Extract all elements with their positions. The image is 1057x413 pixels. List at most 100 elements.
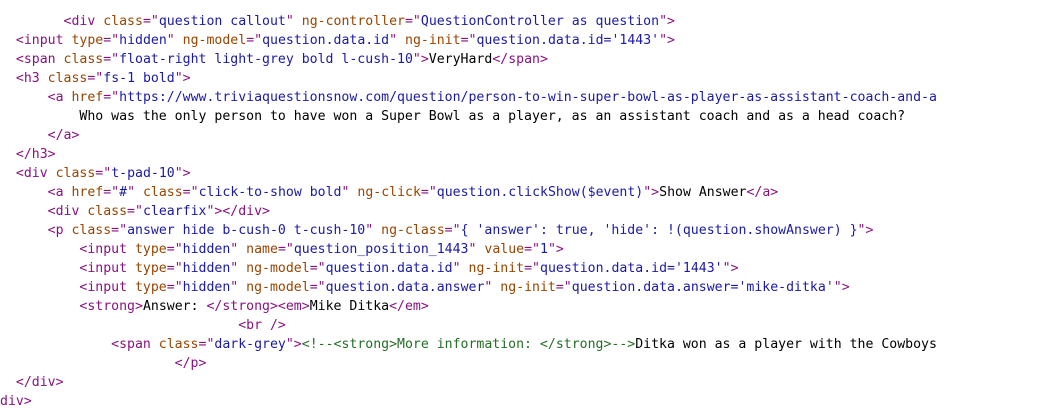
tag-token: " [285, 14, 302, 29]
tag-token: " [452, 261, 469, 276]
tag-token: "> [659, 14, 675, 29]
tag-token: "> [722, 261, 739, 276]
tag-token: " [389, 33, 406, 48]
attribute-value-token: dark-grey [214, 337, 286, 352]
tag-token: " [127, 185, 143, 200]
tag-token: <div [47, 204, 88, 219]
tag-token: <a [47, 185, 72, 200]
tag-token: </a> [746, 185, 779, 200]
tag-token: =" [277, 242, 294, 257]
attribute-value-token: t-pad-10 [111, 166, 175, 181]
tag-token: <input [79, 280, 135, 295]
attribute-value-token: QuestionController as question [420, 14, 660, 29]
tag-token: <a [47, 90, 72, 105]
source-line: <br /> [0, 316, 286, 335]
attribute-value-token: { 'answer': true, 'hide': !(question.sho… [460, 223, 858, 238]
tag-token: =" [127, 204, 143, 219]
tag-token: <p [47, 223, 72, 238]
tag-token: =" [309, 280, 326, 295]
tag-token: =" [103, 185, 120, 200]
source-line: <div class="t-pad-10"> [0, 164, 191, 183]
source-line: <strong>Answer: </strong><em>Mike Ditka<… [0, 297, 428, 316]
tag-token: =" [524, 261, 540, 276]
attribute-name-token: type [134, 280, 167, 295]
attribute-value-token: question.data.id='1443' [476, 33, 660, 48]
attribute-name-token: class [63, 52, 104, 67]
tag-token: </h3> [15, 147, 56, 162]
attribute-value-token: # [119, 185, 128, 200]
tag-token: <h3 [15, 71, 48, 86]
tag-token: =" [555, 280, 572, 295]
tag-token: =" [246, 33, 263, 48]
attribute-name-token: href [71, 90, 104, 105]
attribute-name-token: class [142, 185, 183, 200]
tag-token: =" [182, 185, 199, 200]
attribute-name-token: class [55, 166, 96, 181]
attribute-name-token: ng-init [500, 280, 556, 295]
tag-token: "> [643, 185, 660, 200]
attribute-name-token: ng-click [357, 185, 421, 200]
tag-token: " [365, 223, 382, 238]
source-line: <span class="float-right light-grey bold… [0, 50, 548, 69]
text-content-token: VeryHard [428, 52, 493, 67]
source-line: Who was the only person to have won a Su… [0, 107, 905, 126]
attribute-value-token: question.data.answer='mike-ditka' [571, 280, 834, 295]
tag-token: </div> [15, 375, 64, 390]
attribute-name-token: type [134, 261, 167, 276]
attribute-name-token: ng-init [405, 33, 461, 48]
attribute-name-token: class [103, 14, 143, 29]
attribute-name-token: href [71, 185, 104, 200]
tag-token: <span [15, 52, 64, 67]
tag-token: =" [103, 90, 120, 105]
tag-token: <span [111, 337, 159, 352]
source-line: <h3 class="fs-1 bold"> [0, 69, 191, 88]
attribute-value-token: question_position_1443 [293, 242, 469, 257]
attribute-name-token: ng-controller [301, 14, 405, 29]
tag-token: "> [547, 242, 564, 257]
source-line: <p class="answer hide b-cush-0 t-cush-10… [0, 221, 874, 240]
tag-token: =" [111, 223, 128, 238]
attribute-name-token: ng-model [182, 33, 247, 48]
tag-token: =" [166, 242, 183, 257]
tag-token: <input [79, 261, 135, 276]
attribute-value-token: 1 [539, 242, 548, 257]
tag-token: <div [63, 14, 104, 29]
text-content-token: Mike Ditka [309, 299, 390, 314]
attribute-name-token: ng-model [246, 261, 310, 276]
attribute-name-token: class [47, 71, 88, 86]
source-line: <input type="hidden" name="question_posi… [0, 240, 564, 259]
source-line: <div class="clearfix"></div> [0, 202, 270, 221]
tag-token: <div [15, 166, 56, 181]
tag-token: "> [174, 166, 191, 181]
tag-token: =" [524, 242, 540, 257]
attribute-value-token: click-to-show bold [198, 185, 342, 200]
tag-token: div> [0, 394, 32, 409]
source-line: </h3> [0, 145, 56, 164]
source-line: </p> [0, 354, 207, 373]
tag-token: " [484, 280, 501, 295]
source-line: </a> [0, 126, 80, 145]
tag-token: " [341, 185, 358, 200]
source-line: <input type="hidden" ng-model="question.… [0, 259, 739, 278]
attribute-name-token: type [71, 33, 104, 48]
attribute-value-token: question callout [158, 14, 286, 29]
attribute-name-token: class [158, 337, 199, 352]
tag-token: =" [198, 337, 215, 352]
attribute-value-token: hidden [182, 242, 231, 257]
tag-token: "></div> [206, 204, 270, 219]
tag-token: =" [87, 71, 104, 86]
tag-token: " [166, 33, 183, 48]
